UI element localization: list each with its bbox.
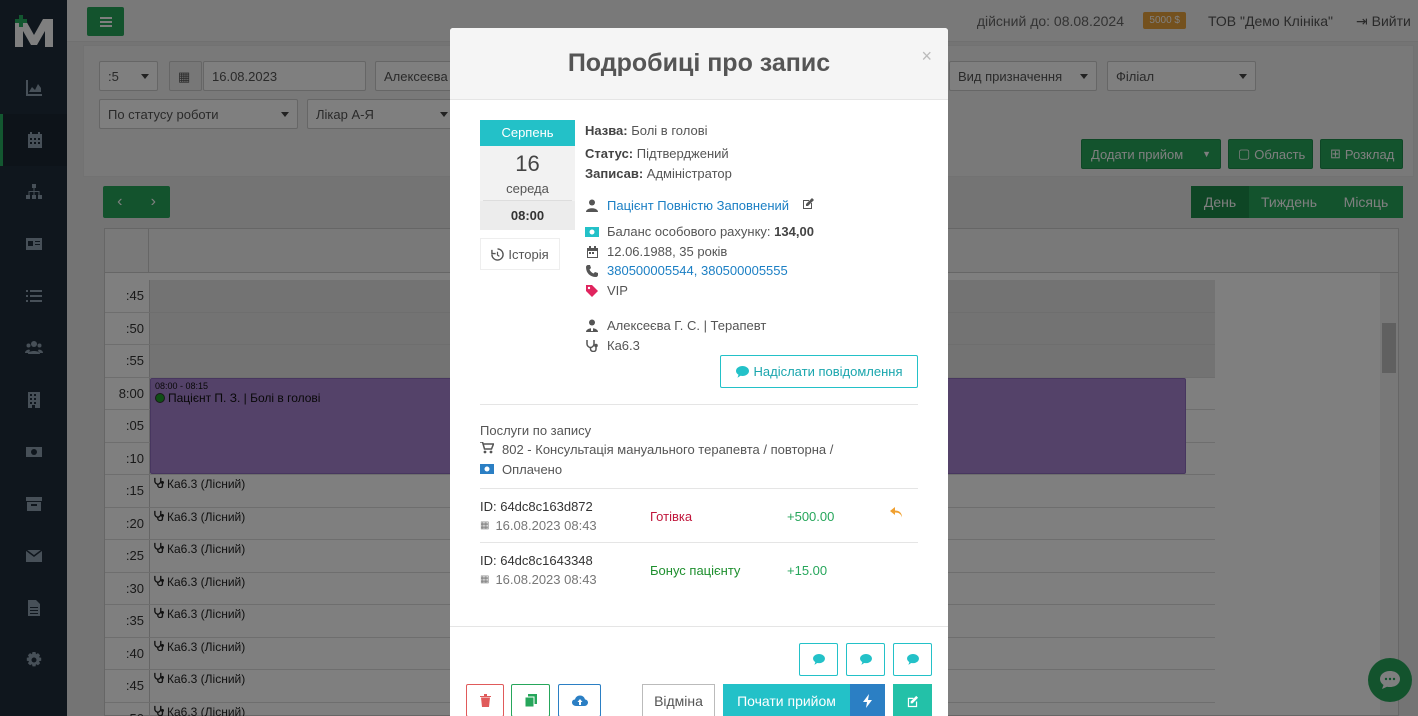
calendar-icon: ▦ — [480, 574, 490, 585]
copy-button[interactable] — [511, 684, 550, 716]
money-icon — [480, 462, 494, 477]
comment-icon — [812, 654, 825, 665]
stethoscope-icon — [585, 339, 599, 352]
history-button[interactable]: Історія — [480, 238, 560, 270]
message-template-button-2[interactable] — [846, 643, 885, 676]
doctor-name: Алексеєва Г. С. | Терапевт — [607, 318, 767, 333]
date-month: Серпень — [480, 120, 575, 146]
date-card: Серпень 16 середа 08:00 — [480, 120, 575, 230]
doctor-icon — [585, 319, 599, 332]
payment-id: ID: 64dc8c1643348 — [480, 553, 593, 568]
payment-amount: +500.00 — [787, 509, 835, 524]
close-button[interactable]: × — [921, 46, 932, 67]
delete-button[interactable] — [466, 684, 504, 716]
payment-id: ID: 64dc8c163d872 — [480, 499, 593, 514]
edit-icon — [907, 695, 919, 707]
payment-row: ID: 64dc8c163d872 ▦ 16.08.2023 08:43 Готі… — [480, 489, 918, 543]
service-item: 802 - Консультація мануального терапевта… — [502, 442, 834, 457]
payment-amount: +15.00 — [787, 563, 828, 578]
services-heading: Послуги по запису — [480, 423, 592, 438]
paid-status: Оплачено — [502, 462, 563, 477]
payment-date: 16.08.2023 08:43 — [495, 518, 597, 533]
refund-icon[interactable] — [890, 507, 904, 522]
copy-icon — [524, 694, 537, 707]
patient-tag: VIP — [607, 283, 628, 298]
start-appointment-button[interactable]: Почати прийом — [723, 684, 850, 716]
author-label: Записав: — [585, 166, 644, 181]
payment-row: ID: 64dc8c1643348 ▦ 16.08.2023 08:43 Бону… — [480, 543, 918, 597]
status-label: Статус: — [585, 146, 634, 161]
author-value: Адміністратор — [646, 166, 732, 181]
date-weekday: середа — [483, 181, 572, 201]
cancel-button[interactable]: Відміна — [642, 684, 715, 716]
phone-icon — [585, 264, 599, 277]
comment-icon — [906, 654, 919, 665]
edit-patient-icon[interactable] — [801, 197, 815, 214]
cart-icon — [480, 441, 495, 457]
name-value: Болі в голові — [631, 123, 708, 138]
bolt-icon — [862, 694, 872, 708]
calendar-icon — [585, 245, 599, 258]
quick-start-button[interactable] — [850, 684, 885, 716]
money-icon — [585, 226, 599, 237]
cabinet-name: Ка6.3 — [607, 338, 640, 353]
patient-link[interactable]: Пацієнт Повністю Заповнений — [607, 198, 789, 213]
appointment-details-modal: Подробиці про запис × Серпень 16 середа … — [450, 28, 948, 716]
history-icon — [491, 247, 505, 261]
payment-type: Готівка — [650, 509, 693, 524]
patient-phones[interactable]: 380500005544, 380500005555 — [607, 263, 788, 278]
modal-title: Подробиці про запис — [567, 49, 831, 77]
payment-date: 16.08.2023 08:43 — [495, 572, 597, 587]
calendar-icon: ▦ — [480, 520, 490, 531]
date-day: 16 — [515, 151, 540, 176]
birth-date: 12.06.1988, 35 років — [607, 244, 728, 259]
cloud-upload-icon — [571, 695, 588, 706]
edit-appointment-button[interactable] — [893, 684, 932, 716]
send-message-button[interactable]: Надіслати повідомлення — [720, 355, 918, 388]
user-icon — [585, 199, 599, 212]
message-template-button-1[interactable] — [799, 643, 838, 676]
name-label: Назва: — [585, 123, 628, 138]
balance-value: 134,00 — [774, 224, 814, 239]
date-time: 08:00 — [480, 201, 575, 230]
upload-button[interactable] — [558, 684, 601, 716]
history-label: Історія — [508, 246, 549, 262]
modal-header: Подробиці про запис × — [450, 28, 948, 100]
payment-type: Бонус пацієнту — [650, 563, 741, 578]
tag-icon — [585, 284, 599, 297]
comment-icon — [859, 654, 872, 665]
balance-label: Баланс особового рахунку: — [607, 224, 771, 239]
send-message-label: Надіслати повідомлення — [753, 364, 903, 379]
comment-icon — [735, 365, 749, 378]
message-template-button-3[interactable] — [893, 643, 932, 676]
status-value: Підтверджений — [636, 146, 729, 161]
trash-icon — [479, 694, 491, 707]
